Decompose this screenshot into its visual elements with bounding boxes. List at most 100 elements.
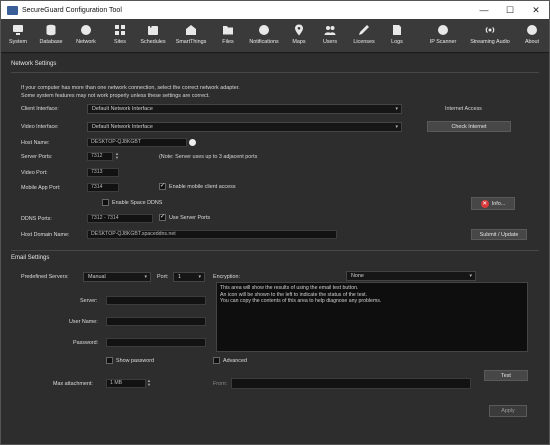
files-icon	[222, 24, 234, 36]
toolbar-system-button[interactable]: System	[5, 21, 31, 51]
toolbar-users-button[interactable]: Users	[318, 21, 342, 51]
host-domain-field[interactable]: DESKTOP-QJ8KGBT.spaceddns.net	[87, 230, 337, 239]
toolbar-logs-button[interactable]: Logs	[387, 21, 407, 51]
video-interface-label: Video Interface:	[21, 124, 59, 130]
email-test-results-area[interactable]: This area will show the results of using…	[216, 282, 528, 352]
server-ports-label: Server Ports:	[21, 154, 53, 160]
enable-mobile-label: Enable mobile client access	[169, 184, 236, 190]
client-interface-value: Default Network Interface	[92, 106, 153, 112]
advanced-checkbox[interactable]	[213, 357, 220, 364]
toolbar-files-button[interactable]: Files	[217, 21, 239, 51]
info-button[interactable]: ✕ Info...	[471, 197, 515, 210]
minimize-button[interactable]: —	[471, 1, 497, 19]
schedules-icon	[147, 24, 159, 36]
toolbar-label: Sites	[114, 39, 126, 45]
chevron-down-icon: ▾	[198, 274, 201, 280]
use-server-ports-checkbox[interactable]: ✓	[159, 214, 166, 221]
enable-ddns-checkbox[interactable]	[102, 199, 109, 206]
predefined-servers-label: Predefined Servers:	[21, 274, 69, 280]
chevron-down-icon: ▾	[469, 273, 472, 279]
users-icon	[324, 24, 336, 36]
info-icon: ✕	[480, 199, 489, 208]
smartthings-icon	[185, 24, 197, 36]
password-label: Password:	[73, 340, 99, 346]
video-interface-dropdown[interactable]: Default Network Interface ▾	[87, 122, 402, 132]
toolbar-streaming-audio-button[interactable]: Streaming Audio	[467, 21, 513, 51]
host-name-field[interactable]: DESKTOP-QJ8KGBT	[87, 138, 187, 147]
max-attachment-stepper[interactable]: ▲ ▼	[147, 379, 152, 388]
main-toolbar: System Database Network Sites Schedules …	[1, 19, 549, 53]
max-attachment-field[interactable]: 1 MB	[106, 379, 146, 388]
from-field[interactable]	[231, 378, 471, 389]
host-domain-label: Host Domain Name:	[21, 232, 70, 238]
ddns-ports-label: DDNS Ports:	[21, 216, 52, 222]
show-password-label: Show password	[116, 358, 155, 364]
internet-access-label: Internet Access	[445, 106, 482, 112]
chevron-down-icon: ▾	[144, 274, 147, 280]
server-field[interactable]	[106, 296, 206, 305]
email-divider	[11, 250, 539, 251]
toolbar-label: Streaming Audio	[470, 39, 510, 45]
info-button-label: Info...	[491, 200, 506, 207]
logs-icon	[391, 24, 403, 36]
server-ports-field[interactable]: 7312	[87, 152, 113, 161]
title-bar: SecureGuard Configuration Tool — ☐ ✕	[1, 1, 549, 19]
server-ports-note: (Note: Server uses up to 3 adjacent port…	[159, 154, 258, 160]
ddns-ports-field[interactable]: 7312 - 7314	[87, 214, 153, 223]
toolbar-label: Users	[322, 39, 338, 45]
advanced-label: Advanced	[223, 358, 247, 364]
apply-button[interactable]: Apply	[489, 405, 527, 417]
toolbar-about-button[interactable]: About	[520, 21, 544, 51]
encryption-label: Encryption:	[213, 274, 240, 280]
toolbar-network-button[interactable]: Network	[71, 21, 101, 51]
from-label: From:	[213, 381, 228, 387]
toolbar-licenses-button[interactable]: Licenses	[350, 21, 378, 51]
predefined-servers-dropdown[interactable]: Manual ▾	[83, 272, 151, 282]
chevron-down-icon: ▾	[395, 124, 398, 130]
toolbar-maps-button[interactable]: Maps	[288, 21, 310, 51]
maps-icon	[293, 24, 305, 36]
toolbar-label: About	[524, 39, 540, 45]
ip-scanner-icon	[437, 24, 449, 36]
window-controls: — ☐ ✕	[471, 1, 549, 19]
encryption-dropdown[interactable]: None ▾	[346, 271, 476, 281]
toolbar-label: Maps	[292, 39, 306, 45]
username-field[interactable]	[106, 317, 206, 326]
toolbar-database-button[interactable]: Database	[36, 21, 66, 51]
check-internet-button[interactable]: Check Internet	[427, 121, 511, 132]
toolbar-label: Network	[76, 39, 96, 45]
network-divider	[11, 72, 539, 73]
video-interface-value: Default Network Interface	[92, 124, 153, 130]
video-port-label: Video Port:	[21, 170, 48, 176]
mobile-port-field[interactable]: 7314	[87, 183, 119, 192]
port-label: Port:	[157, 274, 169, 280]
network-section-title: Network Settings	[11, 61, 57, 67]
toolbar-notifications-button[interactable]: Notifications	[245, 21, 283, 51]
toolbar-ip-scanner-button[interactable]: IP Scanner	[427, 21, 459, 51]
server-ports-stepper[interactable]: ▲ ▼	[115, 152, 120, 161]
toolbar-sites-button[interactable]: Sites	[108, 21, 132, 51]
licenses-icon	[358, 24, 370, 36]
port-value: 1	[178, 274, 181, 280]
toolbar-label: Schedules	[140, 39, 166, 45]
show-password-checkbox[interactable]	[106, 357, 113, 364]
toolbar-label: Files	[222, 39, 234, 45]
password-field[interactable]	[106, 338, 206, 347]
client-interface-dropdown[interactable]: Default Network Interface ▾	[87, 104, 402, 114]
enable-mobile-checkbox[interactable]: ✓	[159, 183, 166, 190]
maximize-button[interactable]: ☐	[497, 1, 523, 19]
host-name-label: Host Name:	[21, 140, 50, 146]
toolbar-smartthings-button[interactable]: SmartThings	[171, 21, 211, 51]
settings-panel: Network Settings If your computer has mo…	[1, 54, 549, 444]
video-port-field[interactable]: 7313	[87, 168, 119, 177]
app-window: SecureGuard Configuration Tool — ☐ ✕ Sys…	[0, 0, 550, 445]
toolbar-label: Database	[39, 39, 63, 45]
close-button[interactable]: ✕	[523, 1, 549, 19]
test-email-button[interactable]: Test	[484, 370, 528, 381]
port-field[interactable]: 1 ▾	[173, 272, 205, 282]
use-server-ports-label: Use Server Ports	[169, 215, 211, 221]
host-name-edit-icon[interactable]	[189, 139, 196, 146]
toolbar-schedules-button[interactable]: Schedules	[137, 21, 169, 51]
app-logo-icon	[7, 5, 18, 15]
submit-update-button[interactable]: Submit / Update	[471, 229, 527, 240]
